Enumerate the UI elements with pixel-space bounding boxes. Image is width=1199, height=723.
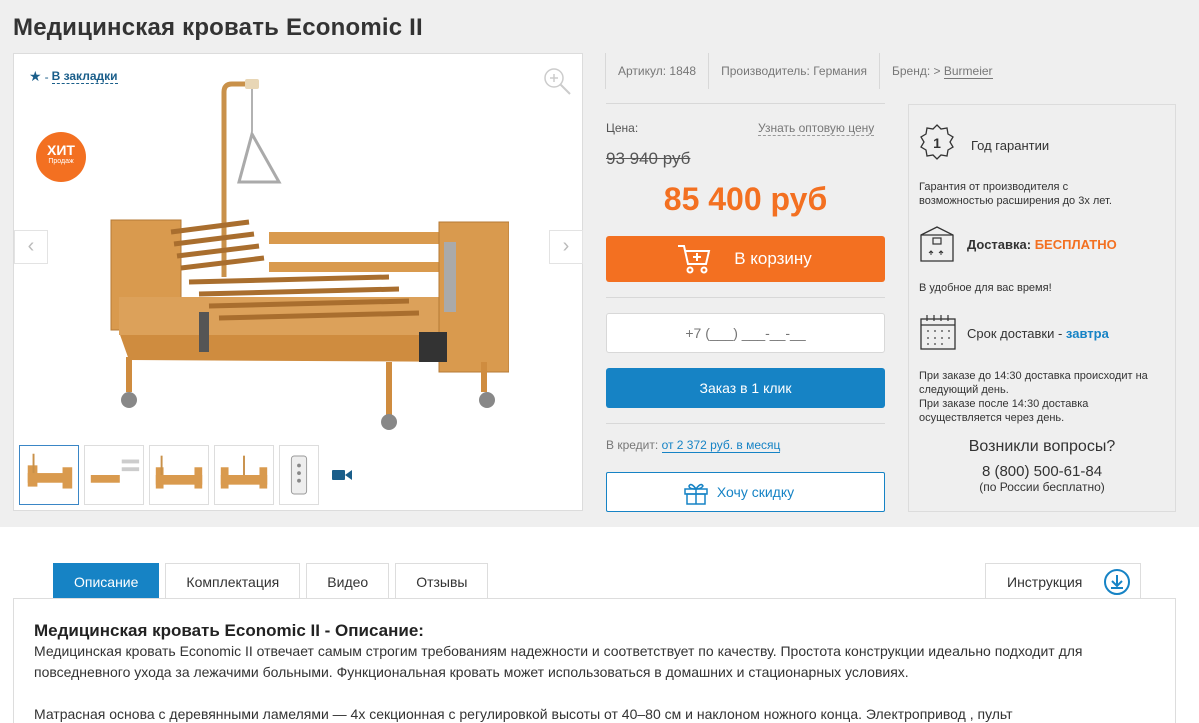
term-note-4: осуществляется через день. [919, 412, 1065, 424]
delivery-term: Срок доставки - завтра [967, 326, 1109, 341]
credit-label: В кредит: [606, 438, 659, 452]
warranty-note-1: Гарантия от производителя с [919, 181, 1069, 193]
add-to-cart-label: В корзину [734, 249, 812, 268]
product-gallery: ★ - В закладки ХИТ Продаж ‹ › [13, 53, 583, 511]
article-number: Артикул: 1848 [605, 53, 708, 89]
term-note-1: При заказе до 14:30 доставка происходит … [919, 370, 1148, 382]
bestseller-badge: ХИТ Продаж [36, 132, 86, 182]
warranty-icon: 1 [920, 124, 954, 160]
warranty-number: 1 [933, 135, 941, 151]
price-label: Цена: [606, 121, 639, 135]
divider [606, 423, 885, 424]
tab-description[interactable]: Описание [53, 563, 160, 599]
star-icon: ★ [29, 68, 42, 84]
prev-image-button[interactable]: ‹ [14, 230, 48, 264]
thumbnail-image [220, 455, 268, 489]
gift-icon [684, 483, 708, 505]
phone-input[interactable] [606, 313, 885, 353]
brand: Бренд: > Burmeier [879, 53, 1005, 89]
thumbnail-4[interactable] [214, 445, 274, 505]
next-image-button[interactable]: › [549, 230, 583, 264]
description-heading: Медицинская кровать Economic II - Описан… [34, 621, 424, 640]
warranty-note-2: возможностью расширения до 3х лет. [919, 195, 1112, 207]
term-note-2: следующий день. [919, 384, 1009, 396]
wholesale-price-link[interactable]: Узнать оптовую цену [758, 121, 875, 136]
term-label: Срок доставки - [967, 326, 1066, 341]
delivery-value: БЕСПЛАТНО [1034, 237, 1117, 252]
instruction-label: Инструкция [1007, 574, 1083, 590]
description-line-3: Матрасная основа с деревянными ламелями … [34, 706, 1013, 722]
discount-request-button[interactable]: Хочу скидку [606, 472, 885, 512]
product-image [110, 79, 509, 430]
video-icon[interactable] [332, 468, 352, 482]
old-price: 93 940 руб [606, 149, 691, 168]
credit-info: В кредит: от 2 372 руб. в месяц [606, 438, 781, 453]
thumbnail-1[interactable] [19, 445, 79, 505]
page-title: Медицинская кровать Economic II [13, 14, 423, 41]
badge-line1: ХИТ [47, 142, 75, 158]
add-to-cart-button[interactable]: В корзину [606, 236, 885, 282]
download-icon [1104, 569, 1130, 595]
zoom-icon[interactable] [542, 66, 572, 96]
questions-title: Возникли вопросы? [968, 438, 1116, 455]
delivery-label: Доставка: [967, 237, 1032, 252]
support-phone[interactable]: 8 (800) 500-61-84 [909, 463, 1175, 480]
tab-instruction[interactable]: Инструкция [985, 563, 1141, 599]
delivery-cost: Доставка: БЕСПЛАТНО [967, 237, 1117, 252]
delivery-info-box: 1 Год гарантии Гарантия от производителя… [908, 104, 1176, 512]
brand-prefix: Бренд: > [892, 64, 944, 78]
brand-link[interactable]: Burmeier [943, 64, 993, 79]
thumbnail-image [155, 455, 203, 489]
product-meta: Артикул: 1848 Производитель: Германия Бр… [605, 53, 1005, 89]
one-click-order-button[interactable]: Заказ в 1 клик [606, 368, 885, 408]
delivery-note: В удобное для вас время! [919, 282, 1052, 294]
tab-video[interactable]: Видео [306, 563, 390, 599]
thumbnail-image [90, 459, 140, 483]
thumbnail-5[interactable] [279, 445, 319, 505]
term-note-3: При заказе после 14:30 доставка [919, 398, 1089, 410]
tab-content: Медицинская кровать Economic II - Описан… [13, 598, 1176, 723]
badge-line2: Продаж [48, 158, 74, 165]
tab-equipment[interactable]: Комплектация [165, 563, 301, 599]
box-icon [920, 226, 954, 262]
thumbnail-2[interactable] [84, 445, 144, 505]
discount-label: Хочу скидку [716, 484, 795, 500]
term-value: завтра [1065, 326, 1109, 341]
manufacturer: Производитель: Германия [708, 53, 879, 89]
current-price: 85 400 руб [663, 181, 828, 217]
phone-note: (по России бесплатно) [979, 480, 1105, 494]
divider [606, 297, 885, 298]
description-line-2: повседневного ухода за лежачими больными… [34, 664, 909, 680]
thumbnail-3[interactable] [149, 445, 209, 505]
credit-link[interactable]: от 2 372 руб. в месяц [661, 438, 781, 453]
description-line-1: Медицинская кровать Economic II отвечает… [34, 643, 1083, 659]
bookmark-dash: - [44, 69, 49, 84]
thumbnail-strip [19, 445, 352, 505]
cart-icon [678, 245, 711, 274]
divider [606, 103, 885, 104]
calendar-icon [920, 315, 956, 350]
tab-reviews[interactable]: Отзывы [395, 563, 489, 599]
warranty-title: Год гарантии [971, 138, 1050, 153]
thumbnail-image [27, 453, 73, 489]
product-tabs: Описание Комплектация Видео Отзывы [53, 563, 494, 599]
thumbnail-image [290, 455, 308, 495]
